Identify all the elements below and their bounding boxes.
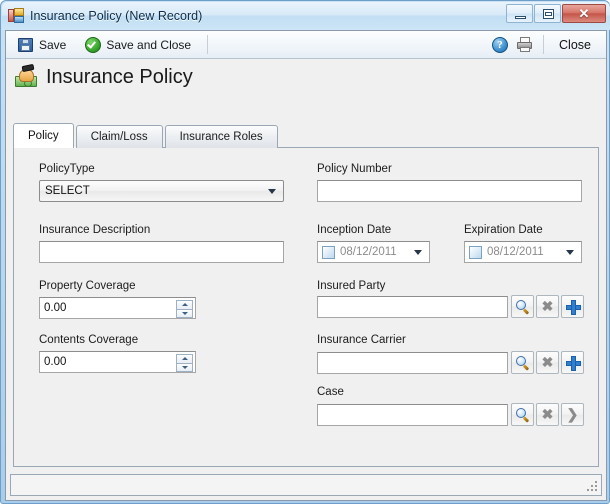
contents-coverage-up-button[interactable] [176, 354, 193, 363]
policy-type-select[interactable]: SELECT [39, 180, 284, 202]
insured-party-search-button[interactable] [511, 295, 534, 318]
printer-icon[interactable] [516, 36, 533, 53]
statusbar [10, 474, 602, 496]
toolbar-separator-2 [543, 35, 545, 54]
save-button-label: Save [39, 37, 67, 52]
property-coverage-label: Property Coverage [39, 280, 136, 292]
tab-insurance-roles-label: Insurance Roles [179, 131, 263, 143]
minimize-icon [515, 16, 526, 19]
save-icon [18, 37, 34, 53]
policy-number-input[interactable] [317, 180, 582, 202]
chevron-down-icon [566, 250, 574, 255]
contents-coverage-value: 0.00 [44, 356, 67, 368]
property-coverage-spin-buttons[interactable] [176, 300, 193, 318]
resize-grip[interactable] [587, 481, 598, 492]
contents-coverage-label: Contents Coverage [39, 334, 139, 346]
insured-party-add-button[interactable] [561, 295, 584, 318]
tabstrip: Policy Claim/Loss Insurance Roles [13, 123, 599, 148]
expiration-date-checkbox[interactable] [469, 245, 482, 259]
expiration-date-value: 08/12/2011 [487, 246, 544, 258]
tab-insurance-roles[interactable]: Insurance Roles [164, 125, 278, 148]
money-in-hand-icon [14, 63, 40, 90]
contents-coverage-down-button[interactable] [176, 362, 193, 372]
caption-buttons: ✕ [506, 4, 606, 23]
save-button[interactable]: Save [11, 34, 73, 56]
property-coverage-stepper[interactable]: 0.00 [39, 297, 196, 319]
close-button[interactable]: Close [552, 38, 598, 52]
magnifier-icon [515, 407, 531, 423]
case-input[interactable] [317, 404, 508, 426]
insurance-carrier-search-button[interactable] [511, 351, 534, 374]
tab-claim-loss[interactable]: Claim/Loss [75, 125, 163, 148]
contents-coverage-stepper[interactable]: 0.00 [39, 351, 196, 373]
titlebar: Insurance Policy (New Record) ✕ [2, 2, 610, 30]
check-circle-icon [85, 36, 102, 53]
window-form-icon [8, 8, 24, 24]
tab-policy-label: Policy [28, 130, 59, 142]
page-header: Insurance Policy [6, 59, 606, 95]
tab-policy[interactable]: Policy [13, 123, 74, 148]
property-coverage-up-button[interactable] [176, 300, 193, 309]
case-label: Case [317, 386, 344, 398]
close-icon: ✕ [578, 5, 590, 21]
insurance-carrier-input[interactable] [317, 352, 508, 374]
inception-date-label: Inception Date [317, 224, 392, 236]
policy-type-label: PolicyType [39, 163, 95, 175]
insured-party-clear-button[interactable]: ✖ [536, 295, 559, 318]
maximize-button[interactable] [534, 4, 561, 23]
toolbar-right-group: ? Close [492, 35, 606, 54]
case-search-button[interactable] [511, 403, 534, 426]
inception-date-value: 08/12/2011 [340, 246, 397, 258]
tab-claim-loss-label: Claim/Loss [90, 131, 148, 143]
x-icon: ✖ [541, 298, 554, 314]
help-icon[interactable]: ? [492, 36, 509, 53]
page-title: Insurance Policy [46, 65, 193, 88]
inception-date-picker[interactable]: 08/12/2011 [317, 241, 430, 263]
insurance-policy-window: Insurance Policy (New Record) ✕ Save Sav… [0, 0, 610, 504]
expiration-date-picker[interactable]: 08/12/2011 [464, 241, 582, 263]
chevron-right-icon: ❯ [566, 406, 579, 422]
insurance-description-input[interactable] [39, 241, 284, 263]
x-icon: ✖ [541, 354, 554, 370]
policy-number-label: Policy Number [317, 163, 392, 175]
magnifier-icon [515, 299, 531, 315]
insurance-carrier-add-button[interactable] [561, 351, 584, 374]
plus-icon [566, 300, 581, 315]
toolbar-separator [207, 35, 209, 54]
toolbar: Save Save and Close ? Close [6, 31, 606, 59]
expiration-date-label: Expiration Date [464, 224, 543, 236]
minimize-button[interactable] [506, 4, 533, 23]
insurance-carrier-clear-button[interactable]: ✖ [536, 351, 559, 374]
contents-coverage-spin-buttons[interactable] [176, 354, 193, 372]
window-title: Insurance Policy (New Record) [30, 9, 203, 23]
inception-date-checkbox[interactable] [322, 245, 335, 259]
case-go-button[interactable]: ❯ [561, 403, 584, 426]
insured-party-input[interactable] [317, 296, 508, 318]
magnifier-icon [515, 355, 531, 371]
policy-type-value: SELECT [45, 185, 90, 197]
plus-icon [566, 356, 581, 371]
chevron-down-icon [414, 250, 422, 255]
property-coverage-value: 0.00 [44, 302, 67, 314]
save-and-close-label: Save and Close [106, 37, 192, 52]
window-client-area: Save Save and Close ? Close Insurance Po… [5, 30, 607, 501]
x-icon: ✖ [541, 406, 554, 422]
close-window-button[interactable]: ✕ [562, 4, 606, 23]
case-clear-button[interactable]: ✖ [536, 403, 559, 426]
policy-tab-panel: PolicyType SELECT Insurance Description … [13, 147, 599, 467]
save-and-close-button[interactable]: Save and Close [78, 34, 198, 56]
insured-party-label: Insured Party [317, 280, 386, 292]
insurance-carrier-label: Insurance Carrier [317, 334, 406, 346]
chevron-down-icon [268, 189, 276, 194]
property-coverage-down-button[interactable] [176, 308, 193, 318]
insurance-description-label: Insurance Description [39, 224, 151, 236]
